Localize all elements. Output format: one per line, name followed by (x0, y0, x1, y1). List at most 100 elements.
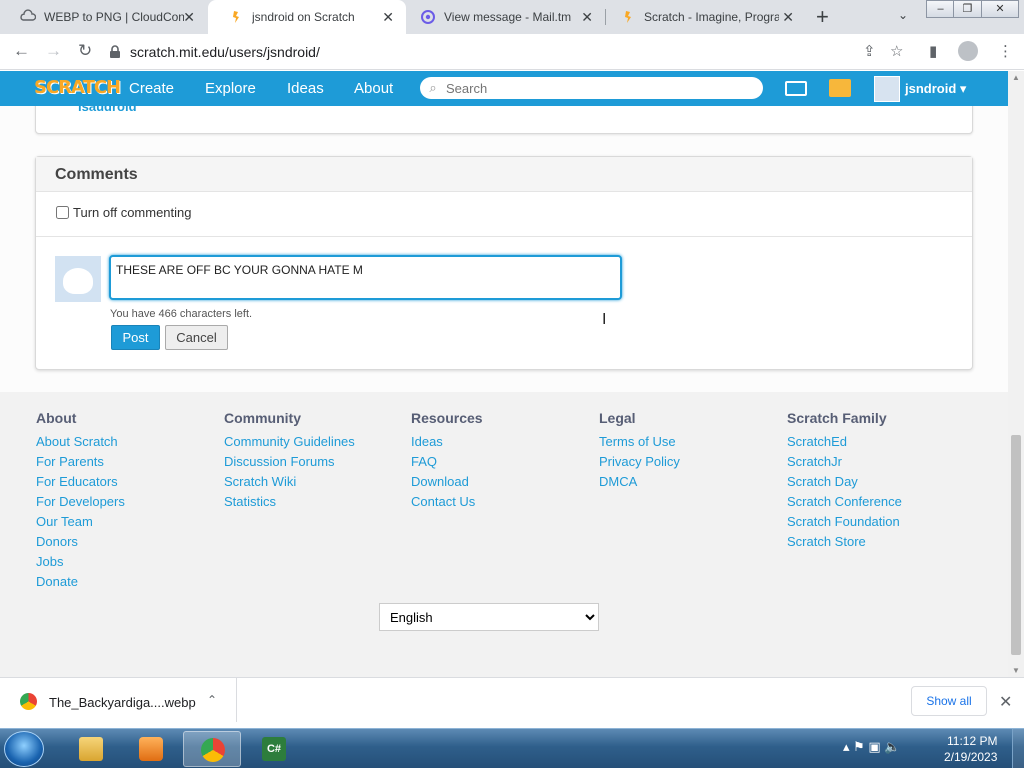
tab-cloudconvert[interactable]: WEBP to PNG | CloudConvert ✕ (0, 0, 207, 34)
download-item[interactable]: The_Backyardiga....webp (49, 695, 196, 710)
footer-link[interactable]: Scratch Foundation (787, 512, 902, 532)
tab-search-icon[interactable]: ⌄ (898, 8, 908, 22)
show-desktop-button[interactable] (1012, 729, 1024, 768)
scroll-up-arrow-icon[interactable]: ▲ (1012, 73, 1020, 82)
taskbar-media-player[interactable] (122, 731, 180, 767)
page-scrollbar[interactable]: ▲ ▼ (1008, 71, 1024, 677)
cancel-button[interactable]: Cancel (165, 325, 228, 350)
footer-link[interactable]: About Scratch (36, 432, 125, 452)
footer-link[interactable]: ScratchJr (787, 452, 902, 472)
user-avatar[interactable] (874, 76, 900, 102)
close-tab-icon[interactable]: ✕ (382, 9, 394, 26)
language-select[interactable]: English (379, 603, 599, 631)
at-sign-icon (421, 10, 435, 24)
search-icon: ⌕ (429, 80, 437, 95)
footer-link[interactable]: For Educators (36, 472, 125, 492)
comment-textarea[interactable] (109, 255, 622, 300)
footer-heading: Scratch Family (787, 410, 887, 426)
menu-kebab-icon[interactable]: ⋮ (998, 42, 1013, 60)
footer-link[interactable]: Scratch Store (787, 532, 902, 552)
user-link[interactable]: isaudroid (78, 106, 137, 114)
footer-column-about: About About Scratch For Parents For Educ… (36, 410, 125, 592)
reload-icon[interactable]: ↻ (78, 41, 92, 61)
start-button[interactable] (4, 731, 44, 767)
footer-link[interactable]: DMCA (599, 472, 680, 492)
footer-link[interactable]: FAQ (411, 452, 483, 472)
back-arrow-icon[interactable]: ← (13, 41, 30, 61)
scratch-logo[interactable]: SCRATCH (34, 77, 121, 98)
new-tab-button[interactable]: + (816, 4, 829, 30)
my-stuff-icon[interactable] (829, 79, 851, 97)
footer-link[interactable]: Statistics (224, 492, 355, 512)
post-button[interactable]: Post (111, 325, 160, 350)
text-cursor-icon: I (602, 311, 607, 328)
taskbar-csharp[interactable]: C# (245, 731, 303, 767)
nav-about[interactable]: About (354, 80, 393, 97)
close-download-bar-icon[interactable]: ✕ (999, 692, 1012, 712)
taskbar-explorer[interactable] (62, 731, 120, 767)
restore-button[interactable]: ❐ (953, 0, 982, 18)
side-panel-icon[interactable]: ▮ (929, 42, 937, 60)
page-content: isaudroid Comments Turn off commenting Y… (0, 106, 1008, 677)
footer-link[interactable]: Scratch Day (787, 472, 902, 492)
username: jsndroid (905, 81, 957, 96)
clock-time[interactable]: 11:12 PM (947, 734, 997, 748)
tab-title: View message - Mail.tm (444, 10, 572, 24)
nav-explore[interactable]: Explore (205, 80, 256, 97)
footer-link[interactable]: Contact Us (411, 492, 483, 512)
footer-link[interactable]: Scratch Wiki (224, 472, 355, 492)
tab-scratch-profile[interactable]: jsndroid on Scratch ✕ (208, 0, 406, 34)
footer-link[interactable]: Donate (36, 572, 125, 592)
share-icon[interactable]: ⇪ (863, 42, 876, 60)
account-menu[interactable]: jsndroid ▾ (905, 81, 966, 97)
url-text: scratch.mit.edu/users/jsndroid/ (130, 44, 320, 60)
tab-scratch-home[interactable]: Scratch - Imagine, Program, Share ✕ (600, 0, 806, 34)
nav-ideas[interactable]: Ideas (287, 80, 324, 97)
csharp-icon: C# (262, 737, 286, 761)
avatar (55, 256, 101, 302)
system-tray-icons[interactable]: ▴ ⚑ ▣ 🔈 (843, 739, 900, 755)
footer-link[interactable]: Download (411, 472, 483, 492)
scratch-search[interactable]: ⌕ (420, 77, 763, 99)
minimize-button[interactable]: – (926, 0, 955, 18)
chrome-icon (201, 738, 225, 762)
footer-link[interactable]: Scratch Conference (787, 492, 902, 512)
tab-mail[interactable]: View message - Mail.tm ✕ (400, 0, 605, 34)
footer-link[interactable]: For Developers (36, 492, 125, 512)
close-tab-icon[interactable]: ✕ (581, 9, 593, 26)
close-window-button[interactable]: ✕ (981, 0, 1019, 18)
footer-link[interactable]: ScratchEd (787, 432, 902, 452)
footer-column-community: Community Community Guidelines Discussio… (224, 410, 355, 512)
forward-arrow-icon[interactable]: → (45, 41, 62, 61)
address-bar[interactable]: scratch.mit.edu/users/jsndroid/ (108, 39, 908, 65)
footer-link[interactable]: Jobs (36, 552, 125, 572)
chevron-up-icon[interactable]: ⌃ (207, 693, 217, 707)
footer-link[interactable]: Privacy Policy (599, 452, 680, 472)
profile-avatar-icon[interactable] (958, 41, 978, 61)
download-bar: The_Backyardiga....webp ⌃ Show all ✕ (0, 677, 1024, 728)
footer-link[interactable]: Ideas (411, 432, 483, 452)
turn-off-commenting-checkbox[interactable] (56, 206, 69, 219)
footer-link[interactable]: Community Guidelines (224, 432, 355, 452)
search-input[interactable] (446, 80, 746, 96)
footer-heading: Legal (599, 410, 636, 426)
taskbar-chrome[interactable] (183, 731, 241, 767)
clock-date[interactable]: 2/19/2023 (944, 750, 997, 764)
previous-section-box: isaudroid (35, 106, 973, 134)
messages-icon[interactable] (785, 81, 807, 96)
nav-create[interactable]: Create (129, 80, 174, 97)
characters-left-text: You have 466 characters left. (110, 308, 253, 320)
turn-off-commenting-label[interactable]: Turn off commenting (73, 205, 192, 220)
footer-link[interactable]: Terms of Use (599, 432, 680, 452)
footer-link[interactable]: Our Team (36, 512, 125, 532)
scroll-down-arrow-icon[interactable]: ▼ (1012, 666, 1020, 675)
bookmark-star-icon[interactable]: ☆ (890, 42, 903, 60)
close-tab-icon[interactable]: ✕ (782, 9, 794, 26)
show-all-button[interactable]: Show all (911, 686, 987, 716)
close-tab-icon[interactable]: ✕ (183, 9, 195, 26)
footer-link[interactable]: For Parents (36, 452, 125, 472)
footer-link[interactable]: Discussion Forums (224, 452, 355, 472)
footer-link[interactable]: Donors (36, 532, 125, 552)
comments-section: Comments Turn off commenting You have 46… (35, 156, 973, 370)
scrollbar-thumb[interactable] (1011, 435, 1021, 655)
